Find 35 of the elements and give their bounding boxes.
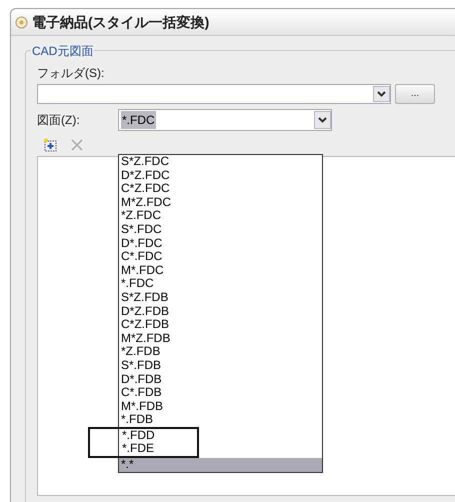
- dropdown-option[interactable]: M*Z.FDC: [119, 196, 322, 210]
- dropdown-option[interactable]: *.FDB: [119, 413, 322, 427]
- dropdown-option[interactable]: S*.FDB: [119, 358, 322, 372]
- dropdown-option[interactable]: *.FDD: [120, 428, 197, 442]
- dropdown-option[interactable]: S*Z.FDC: [119, 155, 322, 169]
- dropdown-option[interactable]: M*.FDC: [119, 264, 322, 278]
- caret-icon: [314, 111, 331, 129]
- dropdown-option[interactable]: C*Z.FDB: [119, 318, 322, 332]
- dropdown-option[interactable]: C*.FDB: [119, 386, 322, 400]
- dropdown-option[interactable]: M*.FDB: [119, 400, 322, 414]
- app-icon: [15, 16, 28, 28]
- dropdown-option[interactable]: C*.FDC: [119, 250, 322, 264]
- drawing-label: 図面(Z):: [37, 112, 81, 129]
- dropdown-option[interactable]: D*Z.FDB: [119, 304, 322, 318]
- dropdown-option[interactable]: S*.FDC: [119, 222, 322, 237]
- caret-icon: [373, 86, 390, 102]
- dropdown-option[interactable]: D*.FDB: [119, 372, 322, 386]
- dropdown-option[interactable]: D*Z.FDC: [119, 168, 322, 182]
- drawing-combo[interactable]: *.FDC: [118, 109, 332, 131]
- folder-combo[interactable]: [37, 84, 391, 104]
- dropdown-option[interactable]: S*Z.FDB: [119, 290, 322, 305]
- dropdown-option[interactable]: D*.FDC: [119, 236, 322, 250]
- dropdown-option[interactable]: M*Z.FDB: [119, 332, 322, 346]
- dropdown-option[interactable]: *.FDE: [120, 442, 197, 456]
- dropdown-option[interactable]: C*Z.FDC: [119, 182, 322, 196]
- add-item-icon[interactable]: [43, 138, 58, 152]
- combo-value: *.FDC: [121, 111, 156, 129]
- browse-button[interactable]: ...: [395, 84, 435, 104]
- window-title: 電子納品(スタイル一括変換): [32, 12, 210, 32]
- delete-icon[interactable]: [70, 138, 84, 152]
- dropdown-option[interactable]: *.FDC: [119, 277, 322, 291]
- dropdown-option[interactable]: *Z.FDC: [119, 209, 322, 223]
- dropdown-option[interactable]: *.*: [119, 458, 322, 472]
- folder-label: フォルダ(S):: [37, 65, 106, 82]
- dropdown-option[interactable]: *Z.FDB: [119, 345, 322, 359]
